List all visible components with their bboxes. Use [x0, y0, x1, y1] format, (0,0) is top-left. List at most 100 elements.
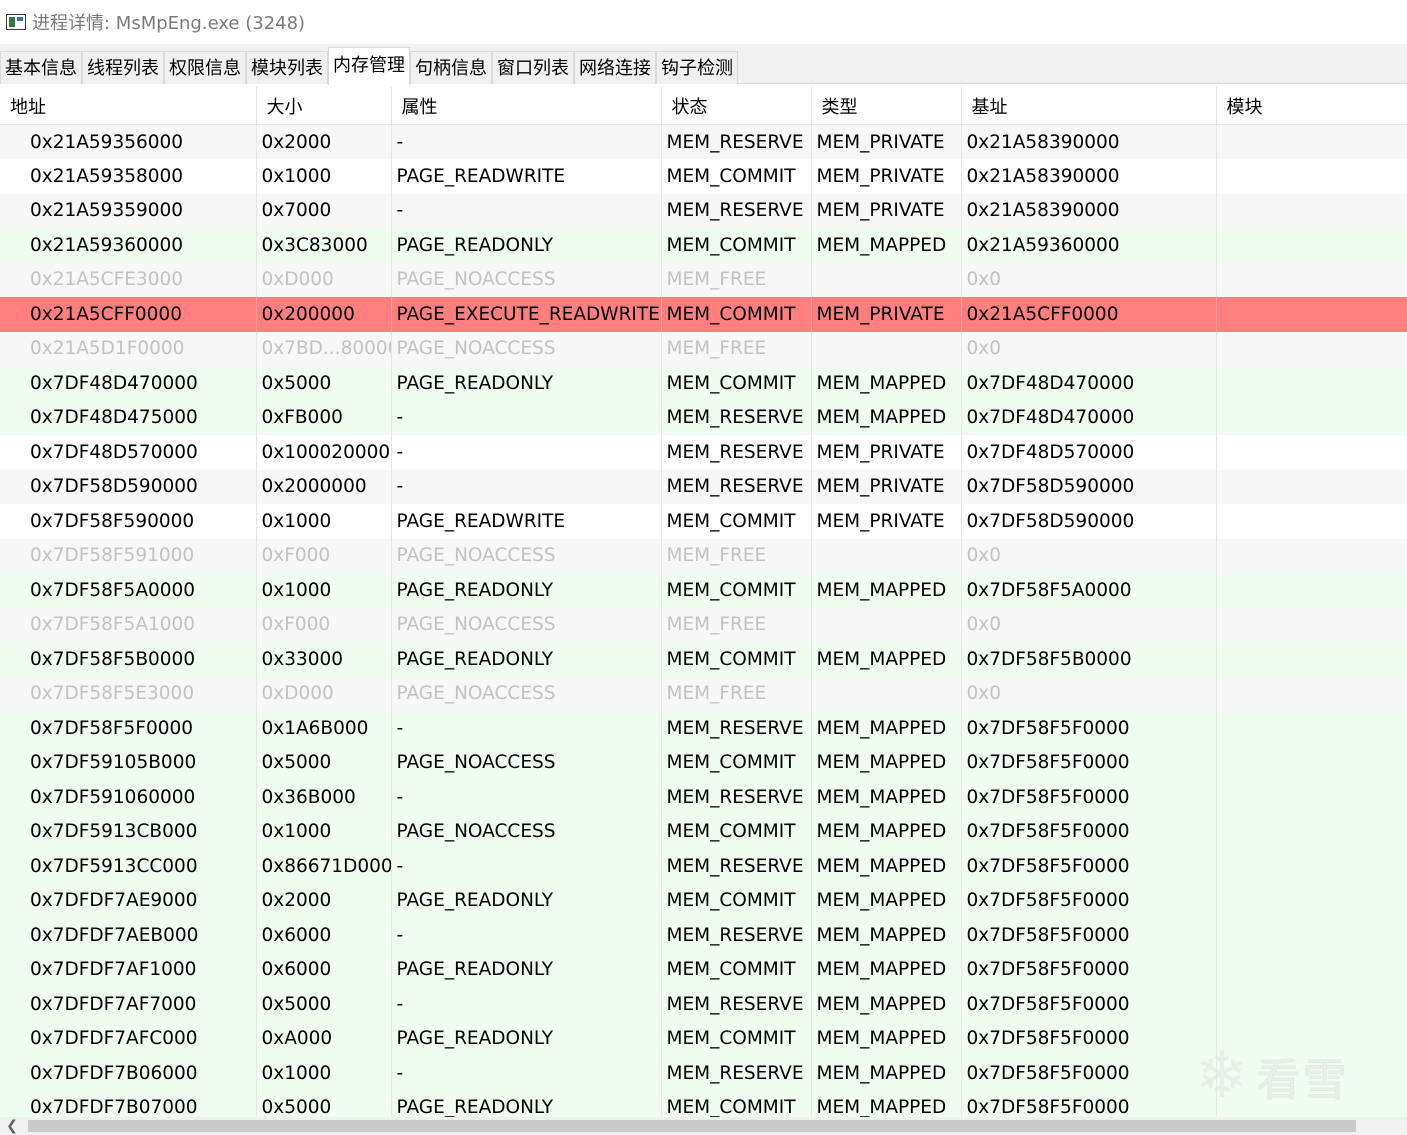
- table-row[interactable]: 0x21A5CFF0000 0x200000 PAGE_EXECUTE_READWR…: [0, 297, 1407, 332]
- scrollbar-thumb[interactable]: [28, 1120, 1356, 1132]
- state-cell: MEM_COMMIT: [661, 883, 812, 918]
- column-protection-header[interactable]: 属性: [391, 87, 662, 125]
- size-cell: 0xD000: [256, 262, 392, 297]
- table-row[interactable]: 0x7DFDF7AFC000 0xA000 PAGE_READONLY MEM_COM…: [0, 1021, 1407, 1056]
- table-row[interactable]: 0x7DFDF7AF7000 0x5000- MEM_RESERVE MEM_MAPP…: [0, 987, 1407, 1022]
- type-cell: MEM_MAPPED: [811, 573, 962, 608]
- state-cell: MEM_RESERVE: [661, 987, 812, 1022]
- table-row[interactable]: 0x7DFDF7B07000 0x5000 PAGE_READONLY MEM_COM…: [0, 1090, 1407, 1117]
- tab-5[interactable]: 句柄信息: [410, 51, 492, 84]
- column-state-header[interactable]: 状态: [661, 87, 812, 125]
- horizontal-scrollbar[interactable]: ❮: [0, 1117, 1407, 1135]
- base-cell: 0x7DF58F5A0000: [961, 573, 1217, 608]
- module-cell: [1216, 1090, 1407, 1117]
- table-row[interactable]: 0x7DFDF7AF1000 0x6000 PAGE_READONLY MEM_COM…: [0, 952, 1407, 987]
- base-cell: 0x7DF48D470000: [961, 400, 1217, 435]
- table-row[interactable]: 0x21A59359000 0x7000- MEM_RESERVE MEM_PRIVA…: [0, 193, 1407, 228]
- table-row[interactable]: 0x21A5CFE3000 0xD000 PAGE_NOACCESS MEM_FREE…: [0, 262, 1407, 297]
- type-cell: [811, 262, 962, 297]
- type-cell: MEM_PRIVATE: [811, 435, 962, 470]
- base-cell: 0x7DF58F5F0000: [961, 918, 1217, 953]
- size-cell: 0x86671D000: [256, 849, 392, 884]
- size-cell: 0x200000: [256, 297, 392, 332]
- scroll-left-arrow-icon[interactable]: ❮: [4, 1118, 20, 1134]
- table-row[interactable]: 0x7DF48D470000 0x5000 PAGE_READONLY MEM_COM…: [0, 366, 1407, 401]
- column-type-header[interactable]: 类型: [811, 87, 962, 125]
- module-cell: [1216, 400, 1407, 435]
- type-cell: MEM_MAPPED: [811, 1021, 962, 1056]
- module-cell: [1216, 469, 1407, 504]
- base-cell: 0x0: [961, 262, 1217, 297]
- type-cell: [811, 676, 962, 711]
- tab-1[interactable]: 线程列表: [82, 51, 164, 84]
- tab-2[interactable]: 权限信息: [164, 51, 246, 84]
- size-cell: 0x1000: [256, 1056, 392, 1091]
- type-cell: MEM_PRIVATE: [811, 124, 962, 159]
- tab-4[interactable]: 内存管理: [328, 47, 410, 85]
- protection-cell: PAGE_READONLY: [391, 573, 662, 608]
- type-cell: [811, 607, 962, 642]
- tab-0[interactable]: 基本信息: [0, 51, 82, 84]
- table-row[interactable]: 0x21A5D1F0000 0x7BD...80000 PAGE_NOACCESS M…: [0, 331, 1407, 366]
- memory-table-container[interactable]: 地址 大小 属性 状态 类型 基址 模块 0x21A59356000 0x2000- MEM_R…: [0, 87, 1407, 1117]
- address-cell: 0x7DF58D590000: [0, 469, 257, 504]
- table-row[interactable]: 0x7DFDF7AEB000 0x6000- MEM_RESERVE MEM_MAPP…: [0, 918, 1407, 953]
- address-cell: 0x7DF58F5E3000: [0, 676, 257, 711]
- state-cell: MEM_FREE: [661, 331, 812, 366]
- table-row[interactable]: 0x21A59360000 0x3C83000 PAGE_READONLY MEM_C…: [0, 228, 1407, 263]
- table-row[interactable]: 0x7DF58F5A1000 0xF000 PAGE_NOACCESS MEM_FRE…: [0, 607, 1407, 642]
- table-row[interactable]: 0x7DF58F5A0000 0x1000 PAGE_READONLY MEM_COM…: [0, 573, 1407, 608]
- table-row[interactable]: 0x7DF591060000 0x36B000- MEM_RESERVE MEM_MA…: [0, 780, 1407, 815]
- state-cell: MEM_RESERVE: [661, 400, 812, 435]
- tab-6[interactable]: 窗口列表: [492, 51, 574, 84]
- base-cell: 0x0: [961, 538, 1217, 573]
- protection-cell: PAGE_NOACCESS: [391, 745, 662, 780]
- table-row[interactable]: 0x7DF58F590000 0x1000 PAGE_READWRITE MEM_CO…: [0, 504, 1407, 539]
- state-cell: MEM_COMMIT: [661, 814, 812, 849]
- table-row[interactable]: 0x21A59356000 0x2000- MEM_RESERVE MEM_PRIVA…: [0, 124, 1407, 159]
- table-row[interactable]: 0x7DF58F5E3000 0xD000 PAGE_NOACCESS MEM_FRE…: [0, 676, 1407, 711]
- base-cell: 0x0: [961, 676, 1217, 711]
- column-base-header[interactable]: 基址: [961, 87, 1217, 125]
- table-row[interactable]: 0x7DF5913CC000 0x86671D000- MEM_RESERVE MEM…: [0, 849, 1407, 884]
- table-row[interactable]: 0x7DF48D475000 0xFB000- MEM_RESERVE MEM_MAP…: [0, 400, 1407, 435]
- window-title: 进程详情: MsMpEng.exe (3248): [32, 13, 306, 34]
- size-cell: 0xF000: [256, 538, 392, 573]
- base-cell: 0x21A58390000: [961, 124, 1217, 159]
- table-row[interactable]: 0x7DFDF7AE9000 0x2000 PAGE_READONLY MEM_COM…: [0, 883, 1407, 918]
- state-cell: MEM_COMMIT: [661, 573, 812, 608]
- tab-7[interactable]: 网络连接: [574, 51, 656, 84]
- table-row[interactable]: 0x7DF58F5F0000 0x1A6B000- MEM_RESERVE MEM_M…: [0, 711, 1407, 746]
- table-row[interactable]: 0x7DF58F5B0000 0x33000 PAGE_READONLY MEM_CO…: [0, 642, 1407, 677]
- state-cell: MEM_RESERVE: [661, 193, 812, 228]
- address-cell: 0x21A59359000: [0, 193, 257, 228]
- column-size-header[interactable]: 大小: [256, 87, 392, 125]
- column-module-header[interactable]: 模块: [1216, 87, 1407, 125]
- title-bar: 进程详情: MsMpEng.exe (3248): [0, 0, 1407, 44]
- memory-table: 地址 大小 属性 状态 类型 基址 模块 0x21A59356000 0x2000- MEM_R…: [0, 87, 1407, 1117]
- tab-3[interactable]: 模块列表: [246, 51, 328, 84]
- address-cell: 0x21A59358000: [0, 159, 257, 194]
- size-cell: 0x3C83000: [256, 228, 392, 263]
- table-row[interactable]: 0x7DF48D570000 0x100020000- MEM_RESERVE MEM…: [0, 435, 1407, 470]
- tab-8[interactable]: 钩子检测: [656, 51, 738, 84]
- module-cell: [1216, 676, 1407, 711]
- protection-cell: PAGE_READWRITE: [391, 159, 662, 194]
- module-cell: [1216, 538, 1407, 573]
- module-cell: [1216, 262, 1407, 297]
- table-row[interactable]: 0x7DF58F591000 0xF000 PAGE_NOACCESS MEM_FRE…: [0, 538, 1407, 573]
- table-row[interactable]: 0x21A59358000 0x1000 PAGE_READWRITE MEM_COM…: [0, 159, 1407, 194]
- module-cell: [1216, 745, 1407, 780]
- base-cell: 0x21A5CFF0000: [961, 297, 1217, 332]
- column-address-header[interactable]: 地址: [0, 87, 257, 125]
- address-cell: 0x7DF58F5B0000: [0, 642, 257, 677]
- state-cell: MEM_RESERVE: [661, 711, 812, 746]
- table-row[interactable]: 0x7DF58D590000 0x2000000- MEM_RESERVE MEM_P…: [0, 469, 1407, 504]
- table-row[interactable]: 0x7DFDF7B06000 0x1000- MEM_RESERVE MEM_MAPP…: [0, 1056, 1407, 1091]
- address-cell: 0x7DFDF7AF1000: [0, 952, 257, 987]
- protection-cell: -: [391, 1056, 662, 1091]
- table-row[interactable]: 0x7DF59105B000 0x5000 PAGE_NOACCESS MEM_COM…: [0, 745, 1407, 780]
- table-row[interactable]: 0x7DF5913CB000 0x1000 PAGE_NOACCESS MEM_COM…: [0, 814, 1407, 849]
- protection-cell: PAGE_READONLY: [391, 642, 662, 677]
- module-cell: [1216, 780, 1407, 815]
